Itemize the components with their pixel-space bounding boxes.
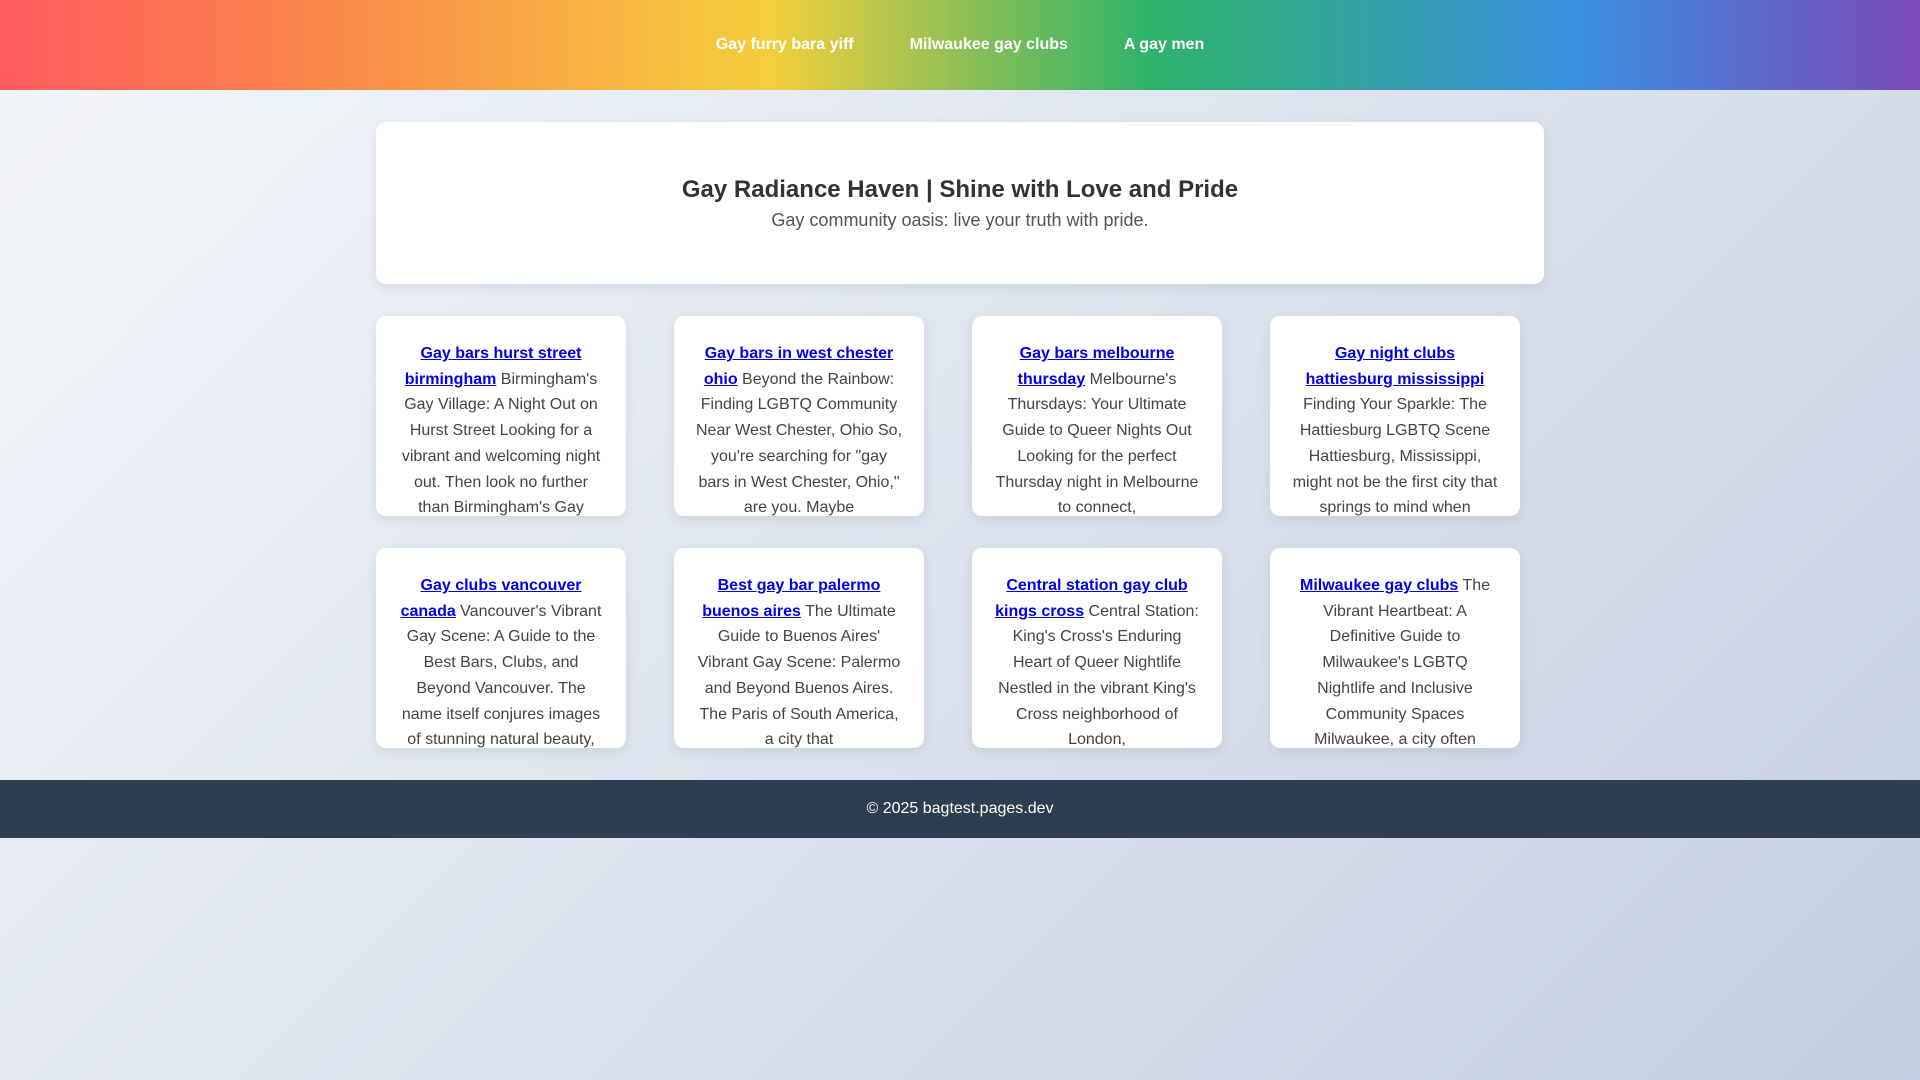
page-title: Gay Radiance Haven | Shine with Love and… <box>681 175 1239 203</box>
article-card-excerpt: Birmingham's Gay Village: A Night Out on… <box>401 370 601 516</box>
top-navigation: Gay furry bara yiff Milwaukee gay clubs … <box>0 0 1920 90</box>
article-card-excerpt: Vancouver's Vibrant Gay Scene: A Guide t… <box>401 602 602 748</box>
article-card: Gay night clubs hattiesburg mississippi … <box>1270 316 1520 516</box>
article-card: Gay clubs vancouver canada Vancouver's V… <box>376 548 626 748</box>
article-card-excerpt: The Vibrant Heartbeat: A Definitive Guid… <box>1314 577 1490 748</box>
page-subtitle: Gay community oasis: live your truth wit… <box>771 209 1149 230</box>
hero-header: Gay Radiance Haven | Shine with Love and… <box>376 122 1544 284</box>
article-card: Best gay bar palermo buenos aires The Ul… <box>674 548 924 748</box>
article-card-excerpt: Melbourne's Thursdays: Your Ultimate Gui… <box>995 370 1199 516</box>
article-card-excerpt: Beyond the Rainbow: Finding LGBTQ Commun… <box>696 370 903 516</box>
article-card-link[interactable]: Gay night clubs hattiesburg mississippi <box>1306 345 1485 388</box>
article-card-link[interactable]: Milwaukee gay clubs <box>1300 577 1458 594</box>
article-card: Central station gay club kings cross Cen… <box>972 548 1222 748</box>
site-footer: © 2025 bagtest.pages.dev <box>0 780 1920 838</box>
nav-link-a-gay-men[interactable]: A gay men <box>1124 32 1204 58</box>
article-card: Gay bars hurst street birmingham Birming… <box>376 316 626 516</box>
article-card: Milwaukee gay clubs The Vibrant Heartbea… <box>1270 548 1520 748</box>
nav-link-milwaukee-gay-clubs[interactable]: Milwaukee gay clubs <box>910 32 1068 58</box>
article-card-excerpt: Central Station: King's Cross's Enduring… <box>998 602 1199 748</box>
article-card-excerpt: The Ultimate Guide to Buenos Aires' Vibr… <box>697 602 901 748</box>
nav-link-gay-furry-bara-yiff[interactable]: Gay furry bara yiff <box>716 32 854 58</box>
article-card: Gay bars melbourne thursday Melbourne's … <box>972 316 1222 516</box>
copyright-text: © 2025 bagtest.pages.dev <box>866 800 1054 817</box>
article-card: Gay bars in west chester ohio Beyond the… <box>674 316 924 516</box>
article-card-grid: Gay bars hurst street birmingham Birming… <box>376 316 1520 748</box>
article-card-excerpt: Finding Your Sparkle: The Hattiesburg LG… <box>1292 396 1498 516</box>
